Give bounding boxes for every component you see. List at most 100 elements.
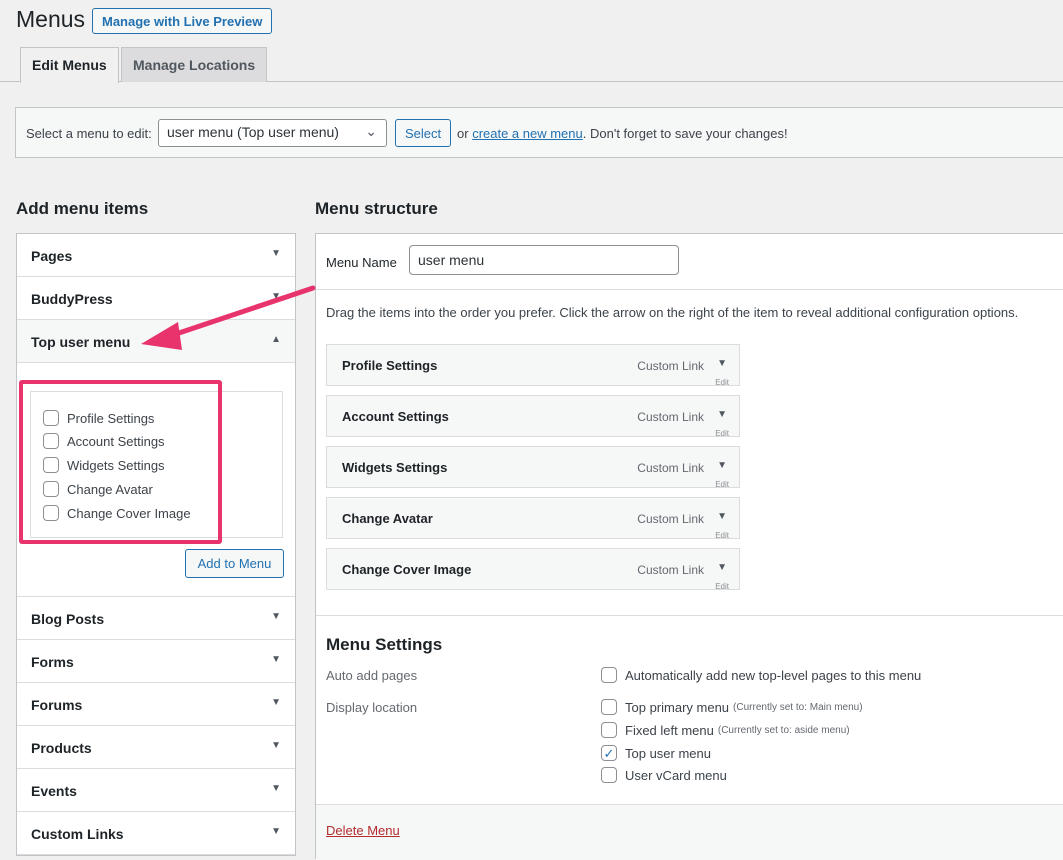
location-user-vcard-menu[interactable]: User vCard menu bbox=[601, 767, 727, 783]
location-note: (Currently set to: aside menu) bbox=[717, 724, 850, 736]
section-pages[interactable]: Pages ▼ bbox=[17, 234, 295, 277]
section-events[interactable]: Events ▼ bbox=[17, 769, 295, 812]
triangle-down-icon[interactable]: ▼ bbox=[717, 562, 727, 573]
section-label: Products bbox=[31, 740, 92, 756]
menu-structure-panel: Menu Name user menu Drag the items into … bbox=[315, 233, 1063, 860]
annotation-highlight-box bbox=[19, 380, 222, 544]
divider bbox=[316, 615, 1063, 616]
nav-tabs: Edit Menus Manage Locations bbox=[0, 47, 1063, 83]
triangle-down-icon: ▼ bbox=[271, 697, 281, 708]
create-new-menu-link[interactable]: create a new menu bbox=[472, 126, 583, 141]
menu-name-label: Menu Name bbox=[326, 255, 397, 270]
triangle-down-icon: ▼ bbox=[271, 291, 281, 302]
checkbox[interactable] bbox=[601, 722, 617, 738]
menu-item-edit[interactable]: Edit bbox=[715, 582, 729, 589]
menu-item-change-cover-image[interactable]: Change Cover Image Custom Link ▼ Edit bbox=[326, 548, 740, 590]
delete-menu-link[interactable]: Delete Menu bbox=[326, 823, 400, 838]
checkbox[interactable] bbox=[601, 667, 617, 683]
menu-select-bar: Select a menu to edit: user menu (Top us… bbox=[15, 107, 1063, 158]
location-name: Top user menu bbox=[625, 745, 711, 761]
triangle-down-icon: ▼ bbox=[271, 783, 281, 794]
menu-item-type: Custom Link bbox=[637, 359, 704, 373]
tab-manage-locations[interactable]: Manage Locations bbox=[121, 47, 268, 82]
section-blog-posts[interactable]: Blog Posts ▼ bbox=[17, 597, 295, 640]
triangle-down-icon: ▼ bbox=[271, 248, 281, 259]
select-menu-label: Select a menu to edit: bbox=[26, 126, 152, 141]
triangle-down-icon: ▼ bbox=[271, 654, 281, 665]
select-hint: or create a new menu. Don't forget to sa… bbox=[457, 126, 788, 141]
auto-add-label: Auto add pages bbox=[326, 668, 418, 683]
location-fixed-left-menu[interactable]: Fixed left menu (Currently set to: aside… bbox=[601, 722, 850, 738]
display-location-label: Display location bbox=[326, 700, 418, 715]
add-items-accordion: Pages ▼ BuddyPress ▼ Top user menu ▲ Pro… bbox=[16, 233, 296, 856]
auto-add-option-label: Automatically add new top-level pages to… bbox=[625, 667, 922, 683]
location-top-primary-menu[interactable]: Top primary menu (Currently set to: Main… bbox=[601, 699, 863, 715]
section-label: Custom Links bbox=[31, 826, 124, 842]
triangle-down-icon[interactable]: ▼ bbox=[717, 358, 727, 369]
hint-prefix: or bbox=[457, 126, 469, 141]
location-name: Fixed left menu bbox=[625, 722, 714, 738]
select-button[interactable]: Select bbox=[395, 119, 451, 147]
checkbox[interactable] bbox=[601, 699, 617, 715]
menu-item-edit[interactable]: Edit bbox=[715, 531, 729, 538]
triangle-down-icon: ▼ bbox=[271, 740, 281, 751]
menu-item-title: Widgets Settings bbox=[342, 460, 448, 475]
menu-name-input[interactable]: user menu bbox=[409, 245, 679, 275]
manage-live-preview-button[interactable]: Manage with Live Preview bbox=[92, 8, 273, 34]
section-products[interactable]: Products ▼ bbox=[17, 726, 295, 769]
tab-edit-menus[interactable]: Edit Menus bbox=[20, 47, 119, 83]
add-menu-items-heading: Add menu items bbox=[16, 199, 149, 218]
menu-item-profile-settings[interactable]: Profile Settings Custom Link ▼ Edit bbox=[326, 344, 740, 386]
triangle-down-icon: ▼ bbox=[271, 611, 281, 622]
section-custom-links[interactable]: Custom Links ▼ bbox=[17, 812, 295, 855]
menu-item-edit[interactable]: Edit bbox=[715, 429, 729, 436]
section-label: Forums bbox=[31, 697, 83, 713]
menu-item-title: Profile Settings bbox=[342, 358, 438, 373]
chevron-down-icon: ⌄ bbox=[365, 123, 377, 139]
section-label: BuddyPress bbox=[31, 291, 113, 307]
menu-item-widgets-settings[interactable]: Widgets Settings Custom Link ▼ Edit bbox=[326, 446, 740, 488]
section-label: Forms bbox=[31, 654, 74, 670]
section-label: Pages bbox=[31, 248, 73, 264]
section-forums[interactable]: Forums ▼ bbox=[17, 683, 295, 726]
triangle-down-icon[interactable]: ▼ bbox=[717, 460, 727, 471]
menu-item-title: Account Settings bbox=[342, 409, 449, 424]
checkbox[interactable] bbox=[601, 767, 617, 783]
menu-item-type: Custom Link bbox=[637, 410, 704, 424]
menu-item-type: Custom Link bbox=[637, 512, 704, 526]
hint-suffix: . Don't forget to save your changes! bbox=[582, 126, 788, 141]
section-top-user-menu[interactable]: Top user menu ▲ bbox=[17, 320, 295, 363]
triangle-down-icon[interactable]: ▼ bbox=[717, 409, 727, 420]
menu-select-dropdown[interactable]: user menu (Top user menu) ⌄ bbox=[158, 119, 387, 147]
drag-hint: Drag the items into the order you prefer… bbox=[326, 305, 1019, 320]
checkmark-icon: ✓ bbox=[603, 745, 615, 761]
menu-item-title: Change Avatar bbox=[342, 511, 433, 526]
menu-settings-heading: Menu Settings bbox=[326, 635, 443, 654]
location-name: Top primary menu bbox=[625, 699, 730, 715]
location-note: (Currently set to: Main menu) bbox=[733, 701, 863, 713]
triangle-up-icon: ▲ bbox=[271, 334, 281, 345]
menu-structure-heading: Menu structure bbox=[315, 199, 438, 218]
triangle-down-icon[interactable]: ▼ bbox=[717, 511, 727, 522]
menu-footer: Delete Menu bbox=[316, 804, 1063, 860]
location-top-user-menu[interactable]: ✓ Top user menu bbox=[601, 745, 711, 761]
auto-add-option[interactable]: Automatically add new top-level pages to… bbox=[601, 667, 921, 683]
menu-item-edit[interactable]: Edit bbox=[715, 378, 729, 385]
add-to-menu-button[interactable]: Add to Menu bbox=[185, 549, 284, 578]
section-buddypress[interactable]: BuddyPress ▼ bbox=[17, 277, 295, 320]
menu-item-change-avatar[interactable]: Change Avatar Custom Link ▼ Edit bbox=[326, 497, 740, 539]
menu-item-type: Custom Link bbox=[637, 563, 704, 577]
checkbox-checked[interactable]: ✓ bbox=[601, 745, 617, 761]
menu-select-value: user menu (Top user menu) bbox=[167, 124, 339, 140]
location-name: User vCard menu bbox=[625, 767, 727, 783]
top-user-menu-panel: Profile Settings Account Settings Widget… bbox=[17, 363, 295, 597]
section-forms[interactable]: Forms ▼ bbox=[17, 640, 295, 683]
section-label: Blog Posts bbox=[31, 611, 105, 627]
menu-item-type: Custom Link bbox=[637, 461, 704, 475]
menu-item-title: Change Cover Image bbox=[342, 562, 472, 577]
menu-item-account-settings[interactable]: Account Settings Custom Link ▼ Edit bbox=[326, 395, 740, 437]
menu-item-edit[interactable]: Edit bbox=[715, 480, 729, 487]
triangle-down-icon: ▼ bbox=[271, 826, 281, 837]
divider bbox=[316, 289, 1063, 290]
section-label: Events bbox=[31, 783, 77, 799]
